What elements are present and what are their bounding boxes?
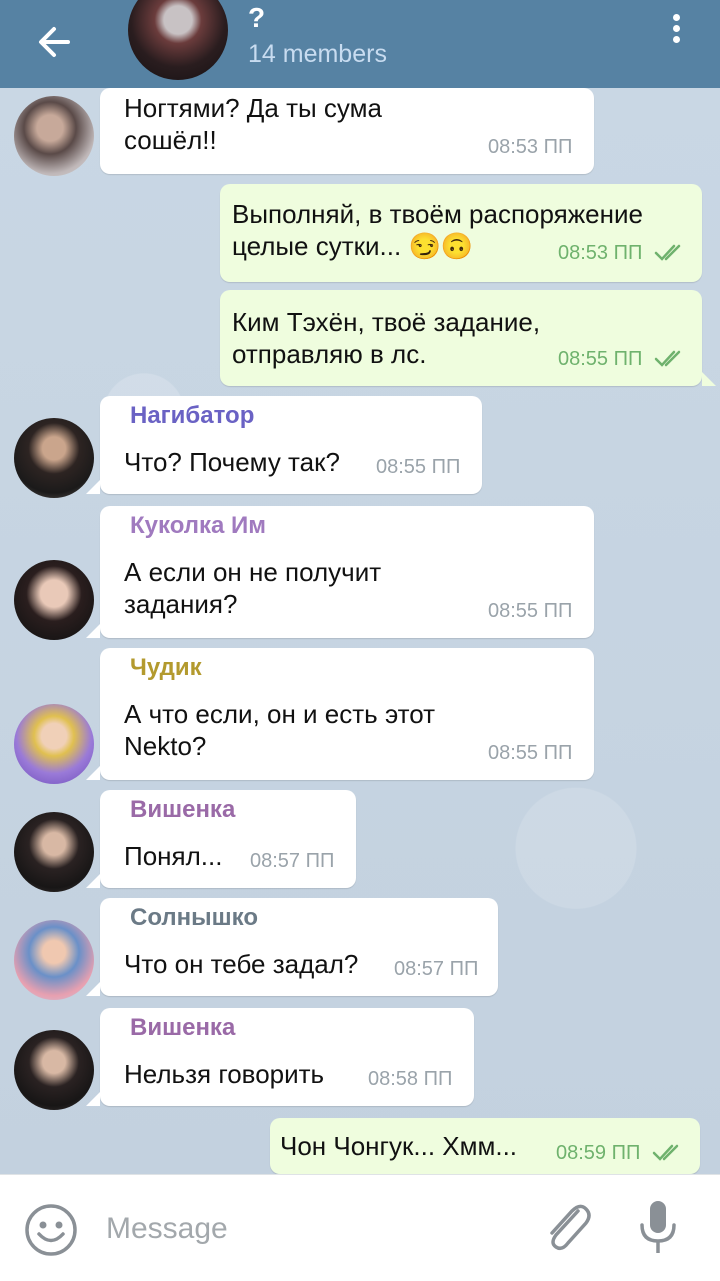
message-text: Что? Почему так? [124, 447, 340, 477]
bubble-tail [86, 766, 100, 780]
avatar[interactable] [14, 418, 94, 498]
message-text: А что если, он и есть этот Nekto? [124, 699, 436, 761]
double-check-icon [654, 244, 681, 261]
sender-name[interactable]: Вишенка [130, 796, 235, 824]
message-time: 08:57 ПП [394, 958, 479, 980]
message-bubble[interactable]: Ногтями? Да ты сума сошёл!! 08:53 ПП [100, 88, 594, 174]
bubble-tail [86, 982, 100, 996]
message-bubble-outgoing[interactable]: Выполняй, в твоём распоряжение целые сутк… [220, 184, 702, 282]
more-vertical-icon[interactable] [664, 10, 688, 50]
message-composer [0, 1174, 720, 1281]
avatar[interactable] [14, 560, 94, 640]
message-text: А если он не получит задания? [124, 557, 382, 619]
arrow-left-icon[interactable] [28, 14, 84, 70]
message-text: Нельзя говорить [124, 1059, 325, 1089]
bubble-tail [86, 874, 100, 888]
message-text: Ногтями? Да ты сума сошёл!! [124, 93, 382, 155]
chat-header: ? 14 members [0, 0, 720, 88]
avatar[interactable] [14, 704, 94, 784]
message-time: 08:55 ПП [376, 456, 461, 478]
sender-name[interactable]: Солнышко [130, 904, 258, 932]
double-check-icon [652, 1144, 679, 1161]
message-time: 08:53 ПП [488, 136, 573, 158]
avatar[interactable] [14, 96, 94, 176]
sender-name[interactable]: Чудик [130, 654, 202, 682]
sender-name[interactable]: Нагибатор [130, 402, 254, 430]
message-bubble[interactable]: Чудик А что если, он и есть этот Nekto? 0… [100, 648, 594, 780]
message-time: 08:55 ПП [488, 742, 573, 764]
message-time: 08:57 ПП [250, 850, 335, 872]
avatar[interactable] [14, 812, 94, 892]
message-time: 08:58 ПП [368, 1068, 453, 1090]
bubble-tail [702, 372, 716, 386]
chat-members-count: 14 members [248, 40, 387, 68]
message-text: Чон Чонгук... Хмм... [280, 1131, 518, 1161]
microphone-icon[interactable] [636, 1197, 680, 1259]
paperclip-icon[interactable] [538, 1197, 594, 1257]
message-bubble[interactable]: Солнышко Что он тебе задал? 08:57 ПП [100, 898, 498, 996]
sender-name[interactable]: Вишенка [130, 1014, 235, 1042]
double-check-icon [654, 350, 681, 367]
message-bubble-outgoing[interactable]: Чон Чонгук... Хмм... 08:59 ПП [270, 1118, 700, 1174]
message-text: Что он тебе задал? [124, 949, 359, 979]
avatar[interactable] [14, 920, 94, 1000]
message-time: 08:55 ПП [488, 600, 573, 622]
group-avatar[interactable] [128, 0, 228, 80]
message-bubble[interactable]: Нагибатор Что? Почему так? 08:55 ПП [100, 396, 482, 494]
message-bubble[interactable]: Куколка Им А если он не получит задания? … [100, 506, 594, 638]
message-time: 08:53 ПП [558, 242, 643, 264]
message-bubble[interactable]: Вишенка Нельзя говорить 08:58 ПП [100, 1008, 474, 1106]
smile-icon[interactable] [24, 1203, 78, 1257]
sender-name[interactable]: Куколка Им [130, 512, 266, 540]
bubble-tail [86, 480, 100, 494]
message-text: Ким Тэхён, твоё задание, отправляю в лс. [232, 307, 541, 369]
chat-title[interactable]: ? [248, 2, 265, 34]
message-input[interactable] [104, 1205, 508, 1253]
message-bubble[interactable]: Вишенка Понял... 08:57 ПП [100, 790, 356, 888]
message-bubble-outgoing[interactable]: Ким Тэхён, твоё задание, отправляю в лс. … [220, 290, 702, 386]
message-time: 08:59 ПП [556, 1142, 641, 1164]
message-time: 08:55 ПП [558, 348, 643, 370]
message-text: Понял... [124, 841, 223, 871]
bubble-tail [86, 1092, 100, 1106]
bubble-tail [86, 624, 100, 638]
avatar[interactable] [14, 1030, 94, 1110]
